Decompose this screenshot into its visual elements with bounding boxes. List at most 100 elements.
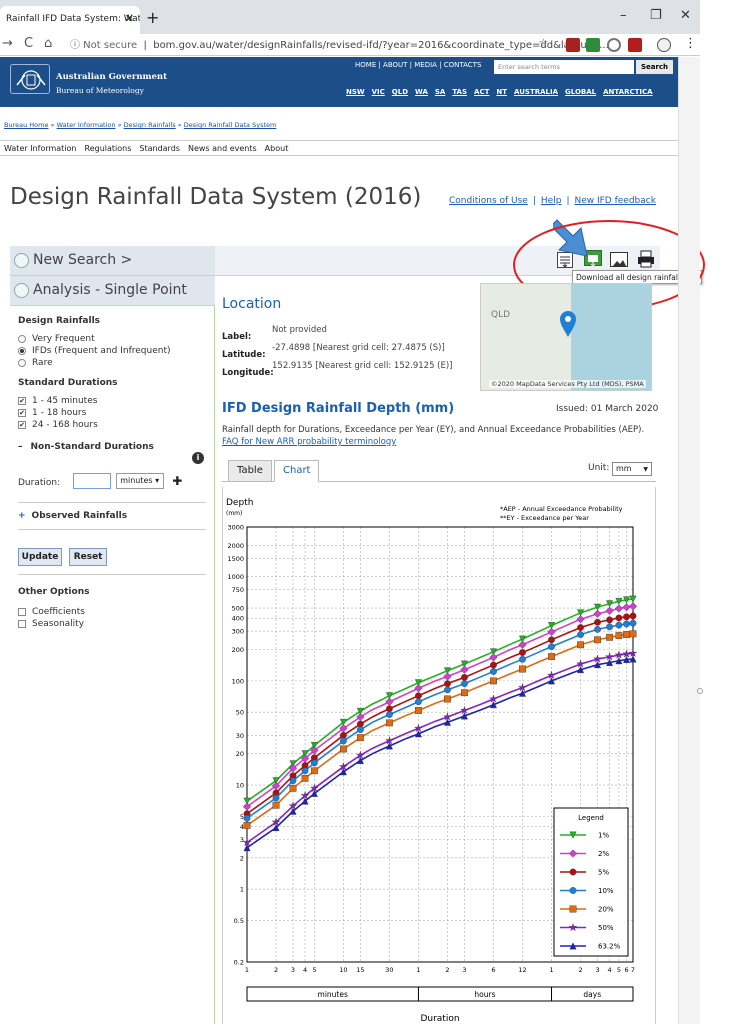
radio-button[interactable]	[18, 334, 26, 343]
site-search-button[interactable]: Search	[636, 60, 673, 74]
divider	[18, 529, 206, 530]
agency-name: Bureau of Meteorology	[56, 86, 144, 95]
duration-input[interactable]	[73, 472, 112, 489]
radio-button[interactable]	[18, 346, 26, 355]
browser-menu-icon[interactable]: ⋮	[684, 36, 697, 51]
chevron-down-icon: ▼	[643, 466, 648, 473]
state-link[interactable]: TAS	[452, 88, 467, 96]
menu-item[interactable]: About	[265, 144, 289, 153]
data-point	[615, 621, 623, 629]
tab-table[interactable]: Table	[228, 460, 272, 482]
tab-close-icon[interactable]: ✕	[125, 12, 134, 25]
observed-rainfalls-header[interactable]: + Observed Rainfalls	[18, 511, 206, 521]
new-search-header[interactable]: New Search >	[10, 246, 215, 276]
breadcrumb-link[interactable]: Design Rainfall Data System	[184, 121, 277, 129]
forward-icon[interactable]: →	[2, 36, 13, 51]
duration-unit-select[interactable]: minutes ▾	[116, 472, 165, 489]
checkbox[interactable]: ✔	[18, 396, 26, 405]
duration-option[interactable]: ✔ 24 - 168 hours	[18, 420, 206, 430]
other-option[interactable]: Coefficients	[18, 607, 206, 617]
unit-select[interactable]: mm ▼	[612, 462, 652, 476]
state-link[interactable]: QLD	[392, 88, 408, 96]
breadcrumb-link[interactable]: Bureau Home	[4, 121, 48, 129]
y-tick-label: 500	[232, 605, 244, 613]
other-option[interactable]: Seasonality	[18, 619, 206, 629]
breadcrumb-link[interactable]: Design Rainfalls	[124, 121, 176, 129]
duration-option[interactable]: ✔ 1 - 18 hours	[18, 408, 206, 418]
extension-icon[interactable]	[566, 38, 580, 52]
collapse-icon[interactable]: –	[18, 442, 23, 452]
longitude-value: 152.9135 [Nearest grid cell: 152.9125 (E…	[272, 361, 453, 371]
state-link[interactable]: NT	[496, 88, 507, 96]
reload-icon[interactable]: C	[24, 36, 33, 51]
browser-tab[interactable]: Rainfall IFD Data System: Water I ✕	[0, 6, 140, 34]
bookmark-star-icon[interactable]: ☆	[538, 36, 549, 50]
tab-chart[interactable]: Chart	[274, 460, 320, 482]
gov-name: Australian Government	[56, 72, 168, 82]
home-icon[interactable]: ⌂	[44, 36, 52, 51]
window-close-icon[interactable]: ✕	[680, 8, 691, 23]
state-link[interactable]: AUSTRALIA	[514, 88, 558, 96]
extension-icon[interactable]	[586, 38, 600, 52]
data-point	[548, 643, 555, 651]
checkbox[interactable]	[18, 607, 26, 616]
faq-link[interactable]: FAQ for New ARR probability terminology	[222, 437, 396, 447]
x-tick-label: 12	[518, 966, 526, 974]
analysis-header[interactable]: Analysis - Single Point	[10, 276, 215, 306]
state-link[interactable]: VIC	[372, 88, 385, 96]
data-point	[444, 680, 451, 688]
page-link[interactable]: Help	[541, 196, 562, 206]
pdf-extension-icon[interactable]	[628, 38, 642, 52]
menu-item[interactable]: Water Information	[4, 144, 77, 153]
map-pin-icon[interactable]	[559, 310, 577, 338]
state-link[interactable]: ANTARCTICA	[603, 88, 652, 96]
rainfall-option[interactable]: IFDs (Frequent and Infrequent)	[18, 346, 206, 356]
checkbox[interactable]: ✔	[18, 408, 26, 417]
extension-icon[interactable]	[607, 38, 621, 52]
rainfall-option[interactable]: Very Frequent	[18, 334, 206, 344]
data-point	[356, 734, 364, 742]
duration-option[interactable]: ✔ 1 - 45 minutes	[18, 396, 206, 406]
new-tab-button[interactable]: +	[146, 8, 159, 27]
y-axis-unit: (mm)	[226, 510, 242, 517]
radio-button[interactable]	[18, 358, 26, 367]
maximize-icon[interactable]: ❐	[650, 8, 662, 23]
state-link[interactable]: WA	[415, 88, 428, 96]
search-icon	[14, 252, 29, 268]
menu-item[interactable]: Regulations	[85, 144, 132, 153]
update-button[interactable]: Update	[18, 548, 62, 566]
state-link[interactable]: GLOBAL	[565, 88, 596, 96]
not-secure-badge[interactable]: ⓘ Not secure	[70, 40, 137, 51]
data-point	[606, 633, 613, 641]
rainfall-option[interactable]: Rare	[18, 358, 206, 368]
nonstandard-durations-header[interactable]: – Non-Standard Durations	[18, 442, 206, 452]
state-link[interactable]: SA	[435, 88, 445, 96]
menu-item[interactable]: Standards	[139, 144, 180, 153]
latitude-key: Latitude:	[222, 342, 266, 361]
checkbox[interactable]: ✔	[18, 420, 26, 429]
scroll-handle[interactable]	[697, 688, 703, 694]
info-icon[interactable]: i	[192, 452, 204, 464]
location-map[interactable]: QLD ©2020 MapData Services Pty Ltd (MDS)…	[480, 283, 652, 391]
analysis-icon	[14, 282, 29, 298]
page-link[interactable]: Conditions of Use	[449, 196, 528, 206]
state-link[interactable]: ACT	[474, 88, 489, 96]
minimize-icon[interactable]: –	[620, 8, 627, 23]
data-point	[577, 624, 584, 631]
page-scrollbar[interactable]	[678, 57, 700, 1024]
url-field[interactable]: ⓘ Not secure | bom.gov.au/water/designRa…	[70, 36, 609, 54]
expand-icon[interactable]: +	[18, 511, 26, 521]
state-link[interactable]: NSW	[346, 88, 365, 96]
profile-avatar[interactable]	[657, 38, 671, 52]
data-point	[629, 630, 637, 638]
site-search-input[interactable]: Enter search terms	[494, 60, 634, 74]
top-nav[interactable]: HOME | ABOUT | MEDIA | CONTACTS	[355, 61, 481, 69]
add-icon[interactable]: ✚	[172, 474, 182, 488]
menu-item[interactable]: News and events	[188, 144, 257, 153]
checkbox[interactable]	[18, 619, 26, 628]
data-point	[606, 616, 613, 624]
reset-button[interactable]: Reset	[69, 548, 108, 566]
x-tick-label: 15	[356, 966, 364, 974]
page-link[interactable]: New IFD feedback	[574, 196, 655, 206]
breadcrumb-link[interactable]: Water Information	[57, 121, 116, 129]
